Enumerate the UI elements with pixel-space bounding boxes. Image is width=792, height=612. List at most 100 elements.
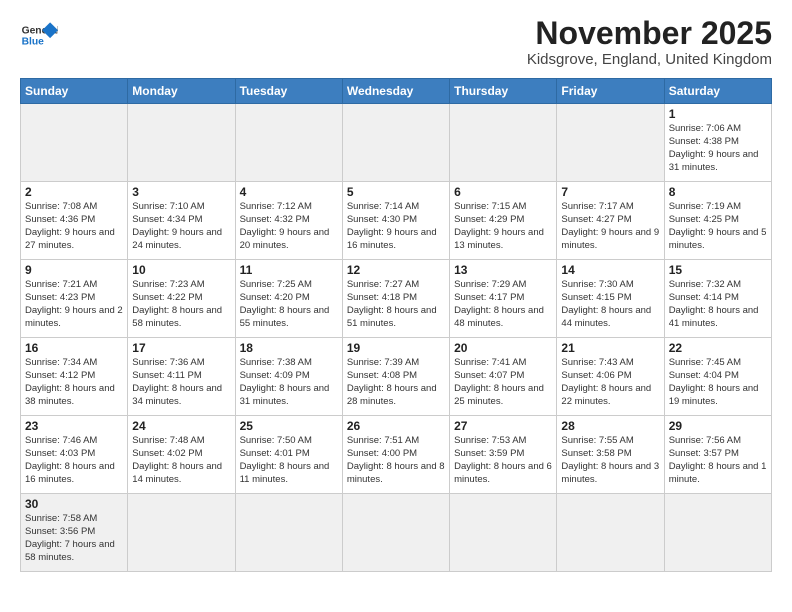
day-number: 12 (347, 263, 445, 277)
day-info: Sunrise: 7:06 AM Sunset: 4:38 PM Dayligh… (669, 123, 767, 174)
day-info: Sunrise: 7:48 AM Sunset: 4:02 PM Dayligh… (132, 435, 230, 486)
day-info: Sunrise: 7:23 AM Sunset: 4:22 PM Dayligh… (132, 279, 230, 330)
page: General Blue November 2025 Kidsgrove, En… (0, 0, 792, 582)
calendar-week-row: 23 Sunrise: 7:46 AM Sunset: 4:03 PM Dayli… (21, 416, 772, 494)
day-info: Sunrise: 7:34 AM Sunset: 4:12 PM Dayligh… (25, 357, 123, 408)
day-info: Sunrise: 7:51 AM Sunset: 4:00 PM Dayligh… (347, 435, 445, 486)
day-info: Sunrise: 7:08 AM Sunset: 4:36 PM Dayligh… (25, 201, 123, 252)
header-sunday: Sunday (21, 79, 128, 104)
table-row: 8Sunrise: 7:19 AM Sunset: 4:25 PM Daylig… (664, 182, 771, 260)
header-friday: Friday (557, 79, 664, 104)
table-row: 20Sunrise: 7:41 AM Sunset: 4:07 PM Dayli… (450, 338, 557, 416)
day-info: Sunrise: 7:36 AM Sunset: 4:11 PM Dayligh… (132, 357, 230, 408)
table-row: 24 Sunrise: 7:48 AM Sunset: 4:02 PM Dayli… (128, 416, 235, 494)
day-number: 5 (347, 185, 445, 199)
table-row (235, 494, 342, 572)
day-number: 21 (561, 341, 659, 355)
day-number: 16 (25, 341, 123, 355)
day-number: 4 (240, 185, 338, 199)
table-row: 30 Sunrise: 7:58 AM Sunset: 3:56 PM Dayli… (21, 494, 128, 572)
table-row: 28 Sunrise: 7:55 AM Sunset: 3:58 PM Dayli… (557, 416, 664, 494)
table-row: 19Sunrise: 7:39 AM Sunset: 4:08 PM Dayli… (342, 338, 449, 416)
table-row: 22 Sunrise: 7:45 AM Sunset: 4:04 PM Dayli… (664, 338, 771, 416)
table-row (342, 104, 449, 182)
table-row: 15Sunrise: 7:32 AM Sunset: 4:14 PM Dayli… (664, 260, 771, 338)
calendar-week-row: 1 Sunrise: 7:06 AM Sunset: 4:38 PM Daylig… (21, 104, 772, 182)
day-number: 28 (561, 419, 659, 433)
day-info: Sunrise: 7:56 AM Sunset: 3:57 PM Dayligh… (669, 435, 767, 486)
calendar-table: Sunday Monday Tuesday Wednesday Thursday… (20, 78, 772, 572)
day-number: 9 (25, 263, 123, 277)
day-info: Sunrise: 7:58 AM Sunset: 3:56 PM Dayligh… (25, 513, 123, 564)
table-row: 14Sunrise: 7:30 AM Sunset: 4:15 PM Dayli… (557, 260, 664, 338)
table-row: 9 Sunrise: 7:21 AM Sunset: 4:23 PM Daylig… (21, 260, 128, 338)
table-row: 17 Sunrise: 7:36 AM Sunset: 4:11 PM Dayli… (128, 338, 235, 416)
header-tuesday: Tuesday (235, 79, 342, 104)
generalblue-logo-icon: General Blue (20, 16, 58, 54)
day-number: 30 (25, 497, 123, 511)
calendar-title: November 2025 (527, 16, 772, 51)
table-row: 16 Sunrise: 7:34 AM Sunset: 4:12 PM Dayli… (21, 338, 128, 416)
table-row: 29 Sunrise: 7:56 AM Sunset: 3:57 PM Dayli… (664, 416, 771, 494)
table-row: 11 Sunrise: 7:25 AM Sunset: 4:20 PM Dayli… (235, 260, 342, 338)
table-row (450, 104, 557, 182)
title-area: November 2025 Kidsgrove, England, United… (527, 16, 772, 68)
table-row (557, 494, 664, 572)
table-row: 7Sunrise: 7:17 AM Sunset: 4:27 PM Daylig… (557, 182, 664, 260)
day-number: 7 (561, 185, 659, 199)
day-number: 18 (240, 341, 338, 355)
day-info: Sunrise: 7:50 AM Sunset: 4:01 PM Dayligh… (240, 435, 338, 486)
day-info: Sunrise: 7:25 AM Sunset: 4:20 PM Dayligh… (240, 279, 338, 330)
day-info: Sunrise: 7:21 AM Sunset: 4:23 PM Dayligh… (25, 279, 123, 330)
weekday-header-row: Sunday Monday Tuesday Wednesday Thursday… (21, 79, 772, 104)
table-row (557, 104, 664, 182)
day-info: Sunrise: 7:27 AM Sunset: 4:18 PM Dayligh… (347, 279, 445, 330)
day-number: 1 (669, 107, 767, 121)
table-row: 18 Sunrise: 7:38 AM Sunset: 4:09 PM Dayli… (235, 338, 342, 416)
table-row: 23 Sunrise: 7:46 AM Sunset: 4:03 PM Dayli… (21, 416, 128, 494)
table-row (342, 494, 449, 572)
header-saturday: Saturday (664, 79, 771, 104)
day-info: Sunrise: 7:32 AM Sunset: 4:14 PM Dayligh… (669, 279, 767, 330)
day-number: 24 (132, 419, 230, 433)
day-number: 17 (132, 341, 230, 355)
calendar-week-row: 2Sunrise: 7:08 AM Sunset: 4:36 PM Daylig… (21, 182, 772, 260)
table-row (21, 104, 128, 182)
table-row: 12 Sunrise: 7:27 AM Sunset: 4:18 PM Dayli… (342, 260, 449, 338)
table-row: 5Sunrise: 7:14 AM Sunset: 4:30 PM Daylig… (342, 182, 449, 260)
day-number: 19 (347, 341, 445, 355)
table-row: 27Sunrise: 7:53 AM Sunset: 3:59 PM Dayli… (450, 416, 557, 494)
day-info: Sunrise: 7:38 AM Sunset: 4:09 PM Dayligh… (240, 357, 338, 408)
table-row (128, 494, 235, 572)
day-info: Sunrise: 7:55 AM Sunset: 3:58 PM Dayligh… (561, 435, 659, 486)
day-info: Sunrise: 7:46 AM Sunset: 4:03 PM Dayligh… (25, 435, 123, 486)
logo-area: General Blue (20, 16, 58, 54)
day-number: 11 (240, 263, 338, 277)
day-number: 29 (669, 419, 767, 433)
table-row (450, 494, 557, 572)
table-row (664, 494, 771, 572)
table-row: 1 Sunrise: 7:06 AM Sunset: 4:38 PM Daylig… (664, 104, 771, 182)
day-info: Sunrise: 7:12 AM Sunset: 4:32 PM Dayligh… (240, 201, 338, 252)
table-row: 26Sunrise: 7:51 AM Sunset: 4:00 PM Dayli… (342, 416, 449, 494)
day-info: Sunrise: 7:53 AM Sunset: 3:59 PM Dayligh… (454, 435, 552, 486)
day-info: Sunrise: 7:43 AM Sunset: 4:06 PM Dayligh… (561, 357, 659, 408)
day-number: 23 (25, 419, 123, 433)
table-row: 2Sunrise: 7:08 AM Sunset: 4:36 PM Daylig… (21, 182, 128, 260)
day-number: 14 (561, 263, 659, 277)
day-number: 13 (454, 263, 552, 277)
day-info: Sunrise: 7:10 AM Sunset: 4:34 PM Dayligh… (132, 201, 230, 252)
calendar-week-row: 30 Sunrise: 7:58 AM Sunset: 3:56 PM Dayli… (21, 494, 772, 572)
table-row: 13 Sunrise: 7:29 AM Sunset: 4:17 PM Dayli… (450, 260, 557, 338)
day-number: 22 (669, 341, 767, 355)
calendar-week-row: 9 Sunrise: 7:21 AM Sunset: 4:23 PM Daylig… (21, 260, 772, 338)
header-wednesday: Wednesday (342, 79, 449, 104)
day-info: Sunrise: 7:45 AM Sunset: 4:04 PM Dayligh… (669, 357, 767, 408)
table-row: 25Sunrise: 7:50 AM Sunset: 4:01 PM Dayli… (235, 416, 342, 494)
day-info: Sunrise: 7:29 AM Sunset: 4:17 PM Dayligh… (454, 279, 552, 330)
day-number: 10 (132, 263, 230, 277)
day-number: 6 (454, 185, 552, 199)
calendar-subtitle: Kidsgrove, England, United Kingdom (527, 51, 772, 68)
day-info: Sunrise: 7:19 AM Sunset: 4:25 PM Dayligh… (669, 201, 767, 252)
table-row: 3Sunrise: 7:10 AM Sunset: 4:34 PM Daylig… (128, 182, 235, 260)
